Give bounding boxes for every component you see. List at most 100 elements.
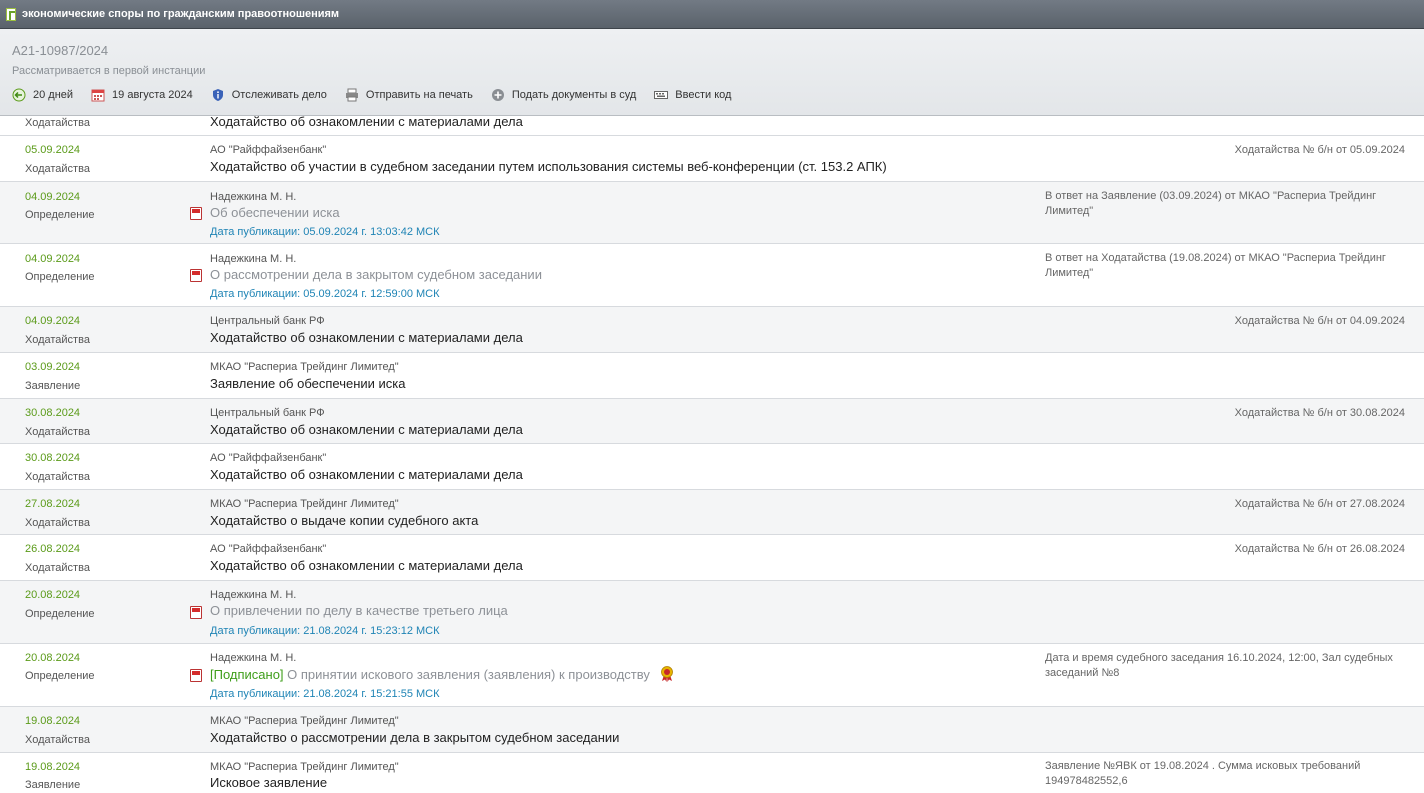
pdf-icon[interactable] bbox=[190, 269, 202, 282]
document-note: Заявление №ЯВК от 19.08.2024 . Сумма иск… bbox=[1045, 760, 1361, 787]
event-date: 19.08.2024 bbox=[25, 761, 81, 773]
publication-date: Дата публикации: 21.08.2024 г. 15:23:12 … bbox=[210, 625, 440, 637]
event-date: 30.08.2024 bbox=[25, 407, 81, 419]
window-title: экономические споры по гражданским право… bbox=[22, 8, 340, 20]
list-item[interactable]: 27.08.2024 Ходатайства МКАО "Распериа Тр… bbox=[0, 490, 1424, 535]
document-type: Ходатайства bbox=[25, 163, 90, 175]
publication-date: Дата публикации: 05.09.2024 г. 12:59:00 … bbox=[210, 288, 440, 300]
document-title[interactable]: Ходатайство об ознакомлении с материалам… bbox=[210, 330, 523, 345]
pdf-icon[interactable] bbox=[190, 207, 202, 220]
event-date: 20.08.2024 bbox=[25, 589, 81, 601]
document-type: Ходатайства bbox=[25, 426, 90, 438]
list-item[interactable]: 19.08.2024 Ходатайства МКАО "Распериа Тр… bbox=[0, 707, 1424, 753]
document-title[interactable]: Ходатайство об ознакомлении с материалам… bbox=[210, 422, 523, 437]
enter-code-button[interactable]: Ввести код bbox=[654, 88, 731, 102]
author: Надежкина М. Н. bbox=[210, 652, 297, 664]
calendar-icon bbox=[91, 89, 105, 102]
event-date: 27.08.2024 bbox=[25, 498, 81, 510]
submit-documents-button[interactable]: Подать документы в суд bbox=[491, 88, 636, 102]
list-item[interactable]: 04.09.2024 Определение Надежкина М. Н. О… bbox=[0, 244, 1424, 307]
document-note: Ходатайства № б/н от 26.08.2024 bbox=[1234, 543, 1405, 555]
document-title[interactable]: Ходатайство об ознакомлении с материалам… bbox=[210, 558, 523, 573]
list-item[interactable]: 04.09.2024 Определение Надежкина М. Н. О… bbox=[0, 182, 1424, 244]
document-type: Заявление bbox=[25, 380, 81, 392]
document-note: Ходатайства № б/н от 30.08.2024 bbox=[1234, 407, 1405, 419]
pdf-icon[interactable] bbox=[190, 669, 202, 682]
print-button[interactable]: Отправить на печать bbox=[345, 88, 473, 102]
document-type: Определение bbox=[25, 608, 95, 620]
document-note: В ответ на Ходатайства (19.08.2024) от М… bbox=[1045, 252, 1386, 279]
document-type: Определение bbox=[25, 670, 95, 682]
document-note: Ходатайства № б/н от 05.09.2024 bbox=[1234, 144, 1405, 156]
document-title[interactable]: Исковое заявление bbox=[210, 775, 327, 790]
list-item[interactable]: 04.09.2024 Ходатайства Центральный банк … bbox=[0, 307, 1424, 353]
document-note: Ходатайства № б/н от 04.09.2024 bbox=[1234, 315, 1405, 327]
document-type: Определение bbox=[25, 209, 95, 221]
event-date: 20.08.2024 bbox=[25, 652, 81, 664]
author: МКАО "Распериа Трейдинг Лимитед" bbox=[210, 715, 399, 727]
toolbar: 20 дней 19 августа 2024 Отслеживать дело bbox=[12, 87, 749, 103]
author: Надежкина М. Н. bbox=[210, 253, 297, 265]
case-status: Рассматривается в первой инстанции bbox=[12, 65, 206, 77]
event-date: 05.09.2024 bbox=[25, 144, 81, 156]
author: МКАО "Распериа Трейдинг Лимитед" bbox=[210, 761, 399, 773]
document-title[interactable]: Ходатайство о выдаче копии судебного акт… bbox=[210, 513, 478, 528]
author: МКАО "Распериа Трейдинг Лимитед" bbox=[210, 498, 399, 510]
case-events-list: Ходатайство об ознакомлении с материалам… bbox=[0, 116, 1424, 793]
list-item[interactable]: 03.09.2024 Заявление МКАО "Распериа Трей… bbox=[0, 353, 1424, 399]
document-type: Ходатайства bbox=[25, 562, 90, 574]
list-item[interactable]: 30.08.2024 Ходатайства Центральный банк … bbox=[0, 399, 1424, 444]
shield-info-icon bbox=[212, 89, 223, 101]
signed-label: [Подписано] bbox=[210, 667, 284, 682]
event-date: 30.08.2024 bbox=[25, 452, 81, 464]
author: АО "Райффайзенбанк" bbox=[210, 144, 327, 156]
document-type: Ходатайства bbox=[25, 517, 90, 529]
list-item[interactable]: 19.08.2024 Заявление МКАО "Распериа Трей… bbox=[0, 753, 1424, 793]
event-date: 26.08.2024 bbox=[25, 543, 81, 555]
printer-icon bbox=[345, 88, 358, 102]
keyboard-icon bbox=[654, 91, 669, 99]
document-title[interactable]: [Подписано] О принятии искового заявлени… bbox=[210, 666, 674, 682]
document-title[interactable]: О рассмотрении дела в закрытом судебном … bbox=[210, 267, 542, 282]
document-title-text: О принятии искового заявления (заявления… bbox=[287, 667, 650, 682]
signature-seal-icon bbox=[660, 666, 673, 682]
list-item[interactable]: 20.08.2024 Определение Надежкина М. Н. О… bbox=[0, 581, 1424, 644]
document-note: Ходатайства № б/н от 27.08.2024 bbox=[1234, 498, 1405, 510]
case-number: А21-10987/2024 bbox=[12, 43, 109, 58]
window-titlebar: экономические споры по гражданским право… bbox=[0, 0, 1424, 29]
document-title[interactable]: Ходатайство о рассмотрении дела в закрыт… bbox=[210, 730, 619, 745]
document-title[interactable]: Ходатайство об ознакомлении с материалам… bbox=[210, 116, 523, 129]
list-item[interactable]: 30.08.2024 Ходатайства АО "Райффайзенбан… bbox=[0, 444, 1424, 490]
case-header: А21-10987/2024 Рассматривается в первой … bbox=[0, 29, 1424, 116]
publication-date: Дата публикации: 21.08.2024 г. 15:21:55 … bbox=[210, 688, 440, 700]
author: МКАО "Распериа Трейдинг Лимитед" bbox=[210, 361, 399, 373]
document-title[interactable]: Заявление об обеспечении иска bbox=[210, 376, 406, 391]
pdf-icon[interactable] bbox=[190, 606, 202, 619]
document-title[interactable]: Ходатайство об участии в судебном заседа… bbox=[210, 159, 887, 174]
publication-date: Дата публикации: 05.09.2024 г. 13:03:42 … bbox=[210, 226, 440, 238]
list-item[interactable]: 20.08.2024 Определение Надежкина М. Н. [… bbox=[0, 644, 1424, 707]
document-type: Ходатайства bbox=[25, 471, 90, 483]
document-type: Ходатайства bbox=[25, 334, 90, 346]
author: АО "Райффайзенбанк" bbox=[210, 543, 327, 555]
author: Центральный банк РФ bbox=[210, 315, 325, 327]
list-item[interactable]: 26.08.2024 Ходатайства АО "Райффайзенбан… bbox=[0, 535, 1424, 581]
document-title[interactable]: О привлечении по делу в качестве третьег… bbox=[210, 603, 508, 618]
app-icon bbox=[6, 7, 16, 21]
event-date: 04.09.2024 bbox=[25, 191, 81, 203]
document-title[interactable]: Ходатайство об ознакомлении с материалам… bbox=[210, 467, 523, 482]
author: Центральный банк РФ bbox=[210, 407, 325, 419]
event-date: 03.09.2024 bbox=[25, 361, 81, 373]
days-counter-button[interactable]: 20 дней bbox=[12, 88, 73, 102]
list-item[interactable]: Ходатайство об ознакомлении с материалам… bbox=[0, 116, 1424, 136]
list-item[interactable]: 05.09.2024 Ходатайства АО "Райффайзенбан… bbox=[0, 136, 1424, 182]
document-type: Ходатайства bbox=[25, 117, 90, 129]
track-case-button[interactable]: Отслеживать дело bbox=[211, 88, 327, 102]
document-note: Дата и время судебного заседания 16.10.2… bbox=[1045, 652, 1393, 679]
calendar-date-button[interactable]: 19 августа 2024 bbox=[91, 88, 193, 102]
event-date: 04.09.2024 bbox=[25, 315, 81, 327]
document-type: Определение bbox=[25, 271, 95, 283]
document-note: В ответ на Заявление (03.09.2024) от МКА… bbox=[1045, 190, 1377, 217]
event-date: 04.09.2024 bbox=[25, 253, 81, 265]
document-title[interactable]: Об обеспечении иска bbox=[210, 205, 340, 220]
